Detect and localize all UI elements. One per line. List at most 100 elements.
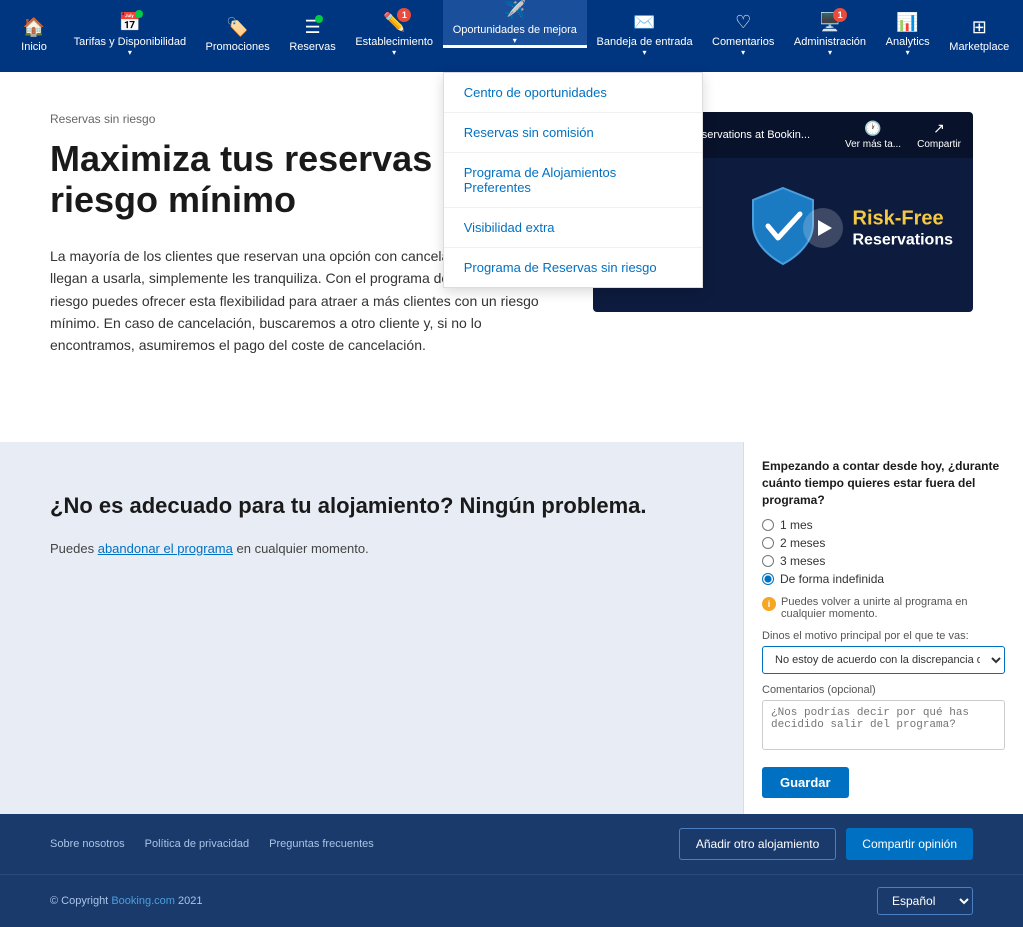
footer-nav: Sobre nosotros Política de privacidad Pr… [0,814,1023,874]
info-note: i Puedes volver a unirte al programa en … [762,596,1005,620]
radio-1mes[interactable] [762,519,774,531]
option-2meses-label: 2 meses [780,536,825,550]
video-watch-later[interactable]: 🕐 Ver más ta... [845,120,901,150]
administracion-icon: 🖥️1 [819,12,841,33]
tarifas-icon: 📅 [119,12,141,33]
add-property-button[interactable]: Añadir otro alojamiento [679,828,836,860]
risk-free-line1: Risk-Free [853,206,954,230]
nav-tarifas-label: Tarifas y Disponibilidad [74,36,187,48]
nav-inicio[interactable]: 🏠 Inicio [4,0,64,72]
leave-program-title: ¿No es adecuado para tu alojamiento? Nin… [50,492,693,521]
radio-indefinida[interactable] [762,573,774,585]
leave-program-description: Puedes abandonar el programa en cualquie… [50,541,693,556]
bandeja-icon: ✉️ [633,12,655,33]
nav-oportunidades-label: Oportunidades de mejora [453,24,577,36]
footer-link-faq[interactable]: Preguntas frecuentes [269,838,374,850]
establecimiento-icon: ✏️1 [383,12,405,33]
footer-buttons: Añadir otro alojamiento Compartir opinió… [679,828,973,860]
copyright-text: © Copyright Booking.com 2021 [50,895,202,907]
clock-icon: 🕐 [864,120,881,137]
navbar: 🏠 Inicio 📅 Tarifas y Disponibilidad ▾ 🏷️… [0,0,1023,72]
dropdown-item-2[interactable]: Programa de Alojamientos Preferentes [444,153,702,208]
oportunidades-icon: ✈️ [504,0,526,21]
brand-link[interactable]: Booking.com [111,895,175,907]
comentarios-icon: ♡ [735,12,751,33]
option-2meses[interactable]: 2 meses [762,536,1005,550]
leave-desc-before: Puedes [50,541,94,556]
play-button[interactable] [803,208,843,248]
option-3meses[interactable]: 3 meses [762,554,1005,568]
analytics-icon: 📊 [896,12,918,33]
nav-comentarios[interactable]: ♡ Comentarios ▾ [702,0,784,72]
tarifas-dot [135,10,143,18]
dropdown-item-1[interactable]: Reservas sin comisión [444,113,702,153]
footer-link-privacy[interactable]: Política de privacidad [145,838,250,850]
marketplace-icon: ⊞ [972,17,987,38]
option-1mes[interactable]: 1 mes [762,518,1005,532]
duration-options: 1 mes 2 meses 3 meses De forma indefinid… [762,518,1005,586]
oportunidades-chevron: ▾ [513,36,517,45]
panel-question: Empezando a contar desde hoy, ¿durante c… [762,458,1005,508]
inicio-icon: 🏠 [23,17,45,38]
nav-comentarios-label: Comentarios [712,36,774,48]
bottom-bar: © Copyright Booking.com 2021 Español [0,874,1023,927]
nav-reservas[interactable]: ☰ Reservas [279,0,345,72]
dropdown-item-4[interactable]: Programa de Reservas sin riesgo [444,248,702,287]
select-label: Dinos el motivo principal por el que te … [762,630,1005,642]
watch-later-label: Ver más ta... [845,139,901,150]
share-label: Compartir [917,139,961,150]
reservas-icon: ☰ [304,17,320,38]
nav-analytics[interactable]: 📊 Analytics ▾ [876,0,940,72]
lower-section: ¿No es adecuado para tu alojamiento? Nin… [0,442,1023,814]
nav-establecimiento[interactable]: ✏️1 Establecimiento ▾ [346,0,443,72]
abandon-link[interactable]: abandonar el programa [98,541,233,556]
nav-tarifas[interactable]: 📅 Tarifas y Disponibilidad ▾ [64,0,196,72]
risk-free-line2: Reservations [853,230,954,249]
reason-select[interactable]: No estoy de acuerdo con la discrepancia … [762,646,1005,674]
video-share[interactable]: ↗ Compartir [917,120,961,150]
administracion-chevron: ▾ [828,48,832,57]
option-indefinida-label: De forma indefinida [780,572,884,586]
comentarios-chevron: ▾ [741,48,745,57]
leave-program-section: ¿No es adecuado para tu alojamiento? Nin… [0,442,743,814]
oportunidades-dropdown: Centro de oportunidades Reservas sin com… [443,72,703,288]
risk-free-overlay: Risk-Free Reservations [853,206,954,249]
share-icon: ↗ [933,120,945,137]
right-panel: Empezando a contar desde hoy, ¿durante c… [743,442,1023,814]
nav-oportunidades[interactable]: ✈️ Oportunidades de mejora ▾ [443,0,587,48]
footer-link-about[interactable]: Sobre nosotros [50,838,125,850]
info-text: Puedes volver a unirte al programa en cu… [781,596,1005,620]
nav-bandeja-label: Bandeja de entrada [597,36,693,48]
nav-reservas-label: Reservas [289,41,335,53]
video-actions: 🕐 Ver más ta... ↗ Compartir [845,120,961,150]
radio-2meses[interactable] [762,537,774,549]
footer-links: Sobre nosotros Política de privacidad Pr… [50,838,374,850]
analytics-chevron: ▾ [906,48,910,57]
administracion-badge: 1 [833,8,847,22]
language-selector[interactable]: Español [877,887,973,915]
leave-desc-after: en cualquier momento. [237,541,369,556]
nav-bandeja[interactable]: ✉️ Bandeja de entrada ▾ [587,0,702,72]
dropdown-item-3[interactable]: Visibilidad extra [444,208,702,248]
establecimiento-chevron: ▾ [392,48,396,57]
option-3meses-label: 3 meses [780,554,825,568]
nav-administracion-label: Administración [794,36,866,48]
establecimiento-badge: 1 [397,8,411,22]
option-1mes-label: 1 mes [780,518,813,532]
nav-inicio-label: Inicio [21,41,47,53]
info-icon: i [762,597,776,611]
nav-administracion[interactable]: 🖥️1 Administración ▾ [784,0,876,72]
nav-promociones[interactable]: 🏷️ Promociones [196,0,280,72]
promociones-icon: 🏷️ [226,17,248,38]
nav-marketplace[interactable]: ⊞ Marketplace [940,0,1020,72]
nav-marketplace-label: Marketplace [949,41,1009,53]
nav-establecimiento-label: Establecimiento [355,36,433,48]
share-opinion-button[interactable]: Compartir opinión [846,828,973,860]
comments-textarea[interactable] [762,700,1005,750]
save-button[interactable]: Guardar [762,767,849,798]
reservas-dot [315,15,323,23]
option-indefinida[interactable]: De forma indefinida [762,572,1005,586]
dropdown-item-0[interactable]: Centro de oportunidades [444,73,702,113]
tarifas-chevron: ▾ [128,48,132,57]
radio-3meses[interactable] [762,555,774,567]
